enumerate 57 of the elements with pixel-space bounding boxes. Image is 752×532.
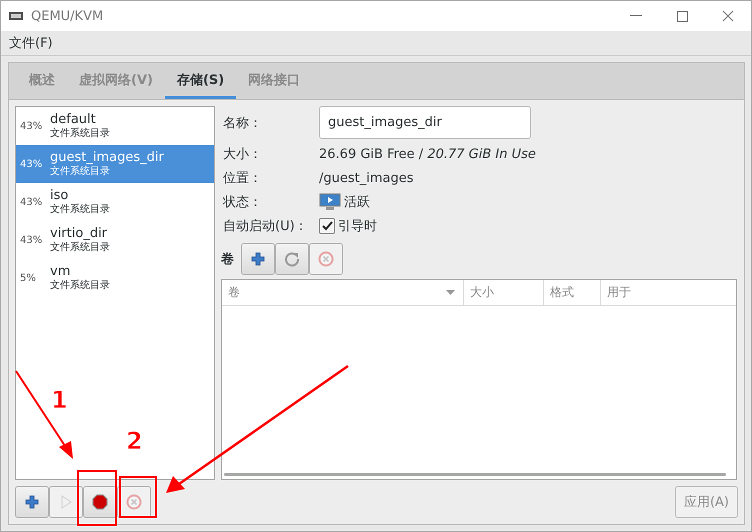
annotation-number: 1 — [51, 386, 68, 414]
field-label: 名称： — [223, 114, 263, 132]
tab[interactable]: 虚拟网络(V) — [67, 63, 165, 99]
delete-icon — [126, 494, 142, 510]
play-icon — [60, 495, 72, 509]
scrollbar[interactable] — [224, 473, 726, 476]
column-header[interactable]: 卷 — [228, 284, 240, 301]
highlight-frame — [119, 476, 157, 518]
location-value: /guest_images — [319, 170, 415, 186]
field-label: 大小： — [223, 146, 263, 163]
field-label: 状态： — [223, 194, 263, 211]
pool-name: default — [50, 112, 97, 127]
pool-type: 文件系统目录 — [50, 127, 110, 140]
stop-icon — [92, 494, 108, 510]
autostart-checkbox[interactable] — [319, 218, 335, 234]
pool-name: iso — [50, 188, 70, 203]
plus-icon — [251, 252, 265, 266]
usage-text: 5% — [19, 272, 37, 284]
column-header[interactable]: 大小 — [470, 284, 494, 301]
field-label: 自动启动(U)： — [223, 218, 309, 235]
close-icon — [722, 10, 734, 22]
column-header[interactable]: 格式 — [550, 284, 574, 301]
pool-type: 文件系统目录 — [50, 203, 110, 216]
window-title: QEMU/KVM — [31, 8, 104, 24]
usage-text: 43% — [19, 196, 44, 208]
name-field[interactable]: guest_images_dir — [319, 106, 531, 139]
minimize-icon — [630, 15, 642, 17]
usage-text: 43% — [19, 120, 44, 132]
size-value: 26.69 GiB Free / 20.77 GiB In Use — [319, 146, 537, 162]
add-button[interactable] — [241, 243, 275, 275]
delete-icon — [318, 251, 334, 267]
pool-type: 文件系统目录 — [50, 241, 110, 254]
pool-name: vm — [50, 264, 72, 279]
sort-arrow-icon — [446, 290, 455, 295]
field-label: 位置： — [223, 170, 263, 187]
checkbox-label: 引导时 — [338, 218, 377, 235]
stop-button[interactable] — [83, 486, 117, 518]
column-header[interactable]: 用于 — [607, 284, 631, 301]
state-value: 活跃 — [344, 194, 370, 211]
maximize-icon — [676, 10, 688, 22]
menu-item[interactable]: 文件(F) — [9, 34, 53, 52]
tab[interactable]: 存储(S) — [164, 63, 236, 99]
pool-type: 文件系统目录 — [50, 165, 111, 178]
app-logo-icon — [9, 11, 23, 21]
refresh-button[interactable] — [275, 243, 309, 275]
usage-text: 43% — [19, 234, 44, 246]
tab[interactable]: 概述 — [17, 63, 67, 99]
usage-text: 43% — [19, 158, 44, 170]
highlight-frame — [77, 470, 117, 526]
tab[interactable]: 网络接口 — [236, 63, 312, 99]
add-button[interactable] — [15, 486, 49, 518]
pool-name: guest_images_dir — [50, 150, 164, 165]
volumes-label: 卷 — [221, 251, 235, 268]
plus-icon — [25, 495, 39, 509]
pool-name: virtio_dir — [50, 226, 108, 241]
pool-type: 文件系统目录 — [50, 279, 110, 292]
refresh-icon — [284, 251, 300, 267]
